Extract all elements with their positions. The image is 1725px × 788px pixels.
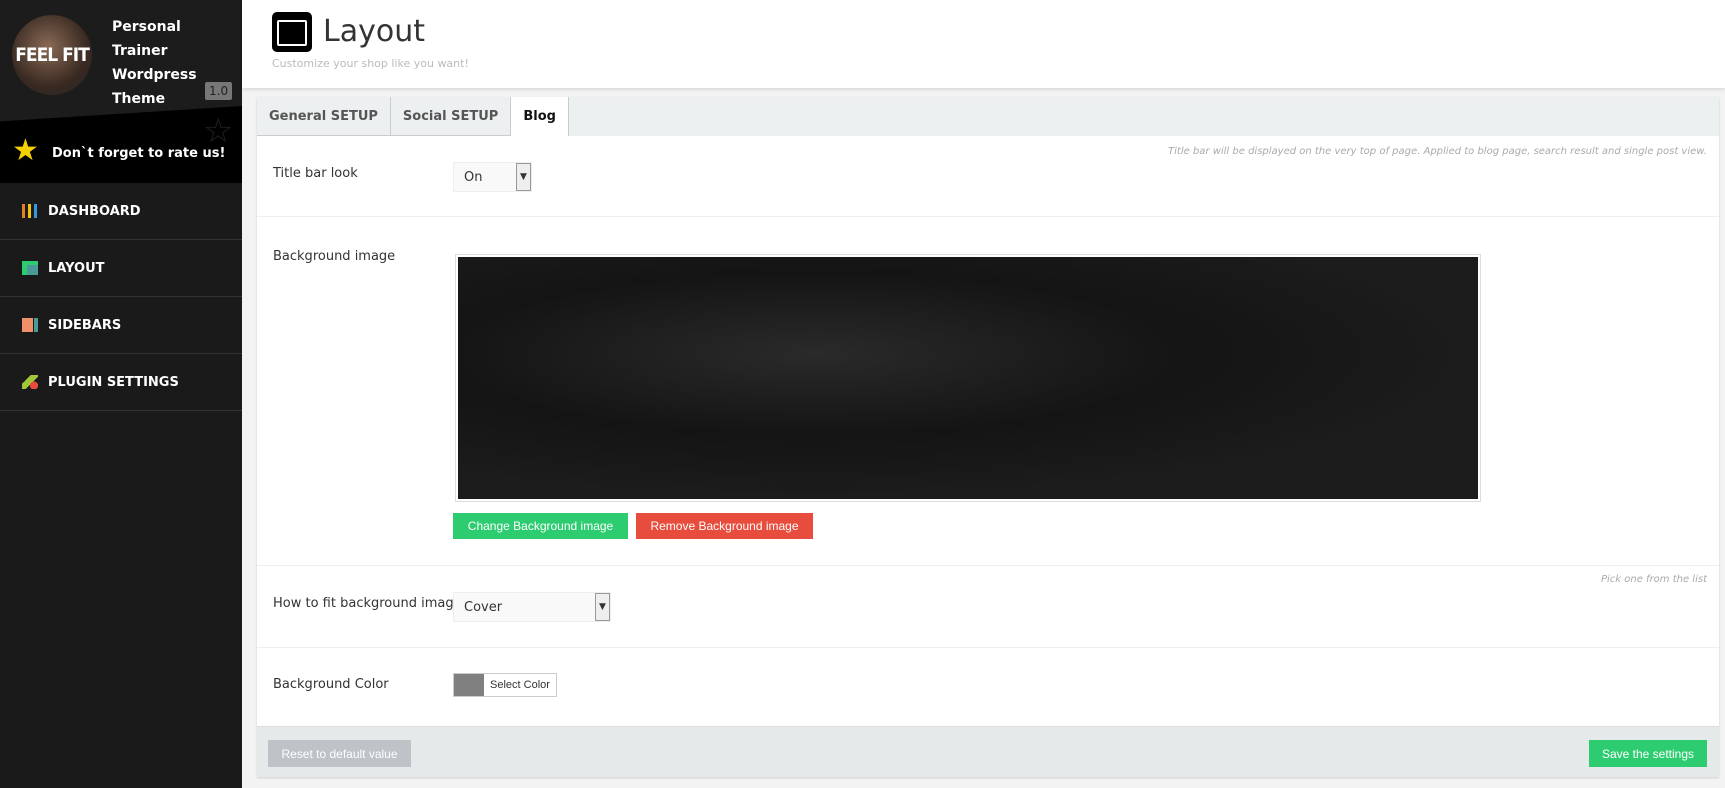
bg-fit-hint: Pick one from the list [1600, 574, 1707, 585]
bg-color-row: Background Color Select Color [257, 648, 1719, 726]
bg-color-label: Background Color [273, 677, 389, 692]
tab-bar: General SETUP Social SETUP Blog [257, 97, 1719, 136]
bg-fit-label: How to fit background image [273, 596, 462, 611]
select-color-label: Select Color [484, 674, 556, 696]
panel-footer: Reset to default value Save the settings [257, 726, 1719, 777]
title-bar-hint: Title bar will be displayed on the very … [1168, 146, 1707, 157]
version-badge: 1.0 [205, 82, 233, 100]
browser-window-icon [272, 12, 312, 52]
plugin-icon [22, 375, 38, 389]
star-outline-icon: ☆ [203, 111, 234, 151]
reset-button[interactable]: Reset to default value [268, 740, 411, 767]
bg-image-label: Background image [273, 249, 396, 264]
title-bar-value: On [464, 169, 483, 185]
bg-image-preview [455, 254, 1481, 502]
tab-general-setup[interactable]: General SETUP [257, 97, 391, 136]
bg-fit-value: Cover [464, 599, 503, 615]
bg-image-row: Background image Change Background image… [257, 217, 1719, 566]
chevron-down-icon: ▼ [595, 593, 610, 621]
color-picker-button[interactable]: Select Color [453, 673, 557, 697]
color-swatch [454, 674, 484, 696]
sidebar-item-label: PLUGIN SETTINGS [48, 374, 179, 390]
sliders-icon [22, 204, 38, 218]
sidebar-item-layout[interactable]: LAYOUT [0, 240, 242, 297]
sidebar-item-plugin-settings[interactable]: PLUGIN SETTINGS [0, 354, 242, 411]
sidebar-item-label: DASHBOARD [48, 203, 141, 219]
title-bar-row: Title bar will be displayed on the very … [257, 136, 1719, 217]
title-bar-label: Title bar look [273, 166, 358, 181]
title-bar-select[interactable]: On ▼ [453, 162, 532, 192]
save-button[interactable]: Save the settings [1589, 740, 1707, 767]
sidebar-item-sidebars[interactable]: SIDEBARS [0, 297, 242, 354]
bg-fit-select[interactable]: Cover ▼ [453, 592, 611, 622]
star-icon: ★ [12, 133, 39, 168]
page-header: Layout Customize your shop like you want… [242, 0, 1725, 88]
sidebar-item-label: LAYOUT [48, 260, 105, 276]
tab-blog[interactable]: Blog [511, 97, 569, 136]
sidebars-icon [22, 318, 38, 332]
layout-icon [22, 261, 38, 275]
sidebar-menu: DASHBOARD LAYOUT SIDEBARS PLUGIN SETTING… [0, 183, 242, 411]
page-subtitle: Customize your shop like you want! [272, 57, 469, 70]
logo: FEEL FIT [12, 15, 92, 95]
remove-bg-image-button[interactable]: Remove Background image [636, 513, 813, 539]
sidebar: FEEL FIT Personal Trainer Wordpress Them… [0, 0, 242, 788]
rate-text: Don`t forget to rate us! [52, 146, 226, 161]
settings-panel: General SETUP Social SETUP Blog Title ba… [257, 97, 1719, 777]
tab-social-setup[interactable]: Social SETUP [390, 97, 512, 136]
sidebar-item-dashboard[interactable]: DASHBOARD [0, 183, 242, 240]
chevron-down-icon: ▼ [516, 163, 531, 191]
bg-fit-row: Pick one from the list How to fit backgr… [257, 566, 1719, 648]
change-bg-image-button[interactable]: Change Background image [453, 513, 628, 539]
sidebar-item-label: SIDEBARS [48, 317, 122, 333]
page-title: Layout [323, 14, 425, 49]
